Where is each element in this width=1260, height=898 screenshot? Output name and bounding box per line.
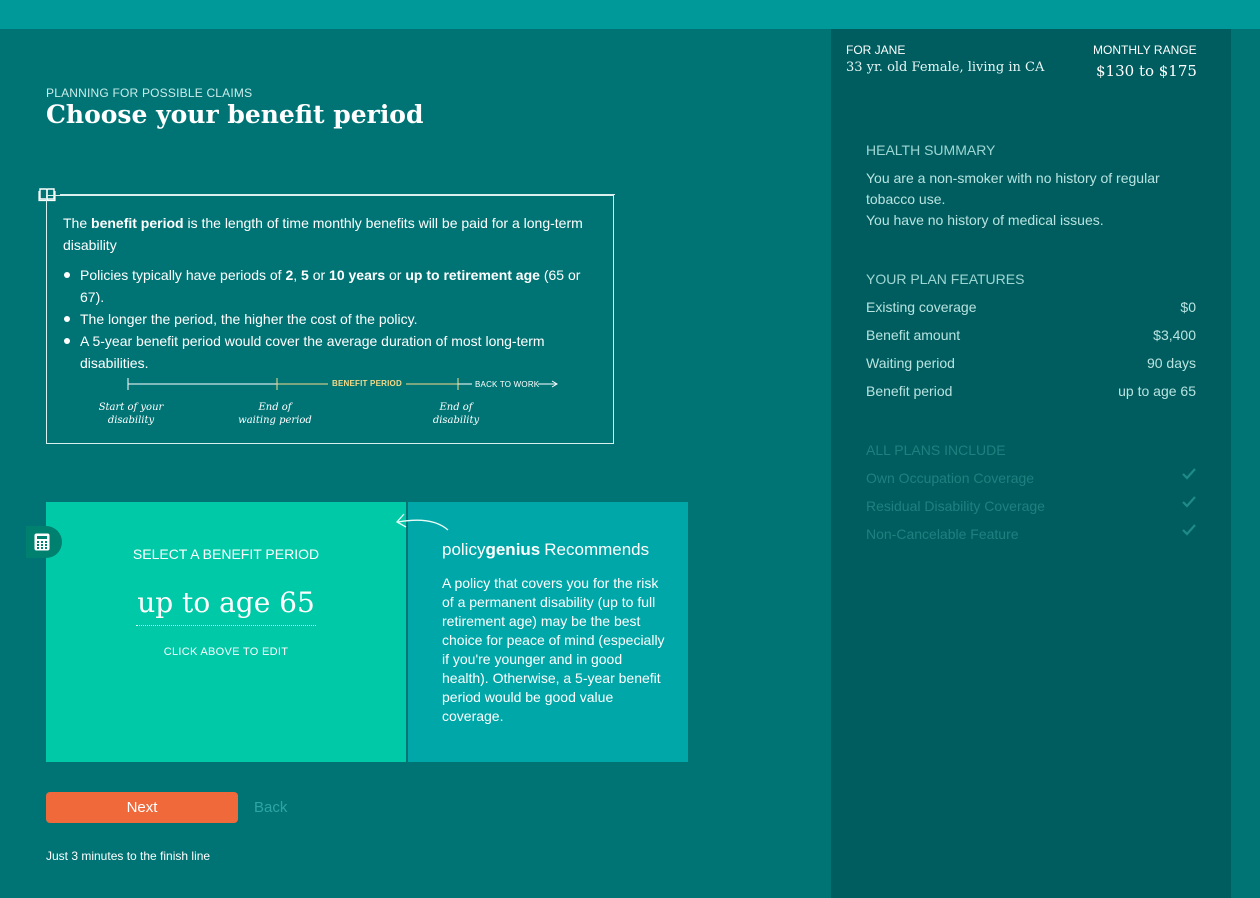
- timeline-start-label: Start of your disability: [98, 402, 164, 426]
- monthly-range-label: MONTHLY RANGE: [1093, 43, 1197, 57]
- feature-row: Existing coverage $0: [866, 299, 1196, 315]
- benefit-timeline: BENEFIT PERIOD BACK TO WORK Start of you…: [54, 370, 564, 436]
- info-bullet: A 5-year benefit period would cover the …: [63, 330, 603, 374]
- feature-row: Benefit amount $3,400: [866, 327, 1196, 343]
- benefit-period-value[interactable]: up to age 65: [136, 586, 316, 626]
- plans-include-title: ALL PLANS INCLUDE: [866, 442, 1006, 458]
- check-icon: [1182, 524, 1196, 536]
- brand-logo-regular: policy: [442, 540, 486, 559]
- page-eyebrow: PLANNING FOR POSSIBLE CLAIMS: [46, 86, 253, 100]
- right-margin: [1231, 29, 1260, 898]
- recommendation-panel: policygenius Recommends A policy that cov…: [408, 502, 688, 762]
- progress-note: Just 3 minutes to the finish line: [46, 849, 211, 863]
- info-list: Policies typically have periods of 2, 5 …: [63, 264, 603, 374]
- info-bullet: The longer the period, the higher the co…: [63, 308, 603, 330]
- curved-arrow-icon: [395, 513, 449, 531]
- main-content: [0, 29, 831, 898]
- calculator-button[interactable]: [26, 526, 62, 558]
- include-row: Residual Disability Coverage: [866, 496, 1196, 518]
- check-icon: [1182, 496, 1196, 508]
- timeline-benefit-period: BENEFIT PERIOD: [332, 379, 402, 388]
- page-title: Choose your benefit period: [46, 100, 424, 129]
- top-bar: [0, 0, 1260, 29]
- feature-row: Benefit period up to age 65: [866, 383, 1196, 399]
- benefit-period-selector: SELECT A BENEFIT PERIOD up to age 65 CLI…: [46, 502, 406, 762]
- recommendation-text: A policy that covers you for the risk of…: [442, 575, 665, 724]
- back-link[interactable]: Back: [254, 799, 287, 816]
- user-label: FOR JANE: [846, 43, 906, 57]
- next-button[interactable]: Next: [46, 792, 238, 823]
- info-intro: The benefit period is the length of time…: [63, 215, 583, 253]
- timeline-end-label: End of disability: [432, 402, 480, 426]
- include-row: Non-Cancelable Feature: [866, 524, 1196, 546]
- check-icon: [1182, 468, 1196, 480]
- user-description: 33 yr. old Female, living in CA: [846, 60, 1045, 75]
- info-bullet: Policies typically have periods of 2, 5 …: [63, 264, 603, 308]
- calculator-icon: [34, 533, 50, 551]
- selector-title: SELECT A BENEFIT PERIOD: [132, 546, 320, 562]
- brand-logo-bold: genius: [485, 540, 541, 559]
- timeline-back-to-work: BACK TO WORK: [475, 380, 540, 389]
- selector-hint: CLICK ABOVE TO EDIT: [163, 646, 289, 658]
- summary-sidebar: FOR JANE 33 yr. old Female, living in CA…: [831, 29, 1231, 898]
- health-summary-title: HEALTH SUMMARY: [866, 142, 996, 158]
- monthly-range-value: $130 to $175: [1096, 62, 1197, 80]
- recommendation-heading: policygenius Recommends: [442, 540, 650, 559]
- timeline-waiting-label: End of waiting period: [238, 402, 312, 426]
- plan-features-title: YOUR PLAN FEATURES: [866, 271, 1025, 287]
- feature-row: Waiting period 90 days: [866, 355, 1196, 371]
- include-row: Own Occupation Coverage: [866, 468, 1196, 490]
- health-summary-text: You are a non-smoker with no history of …: [866, 170, 1160, 228]
